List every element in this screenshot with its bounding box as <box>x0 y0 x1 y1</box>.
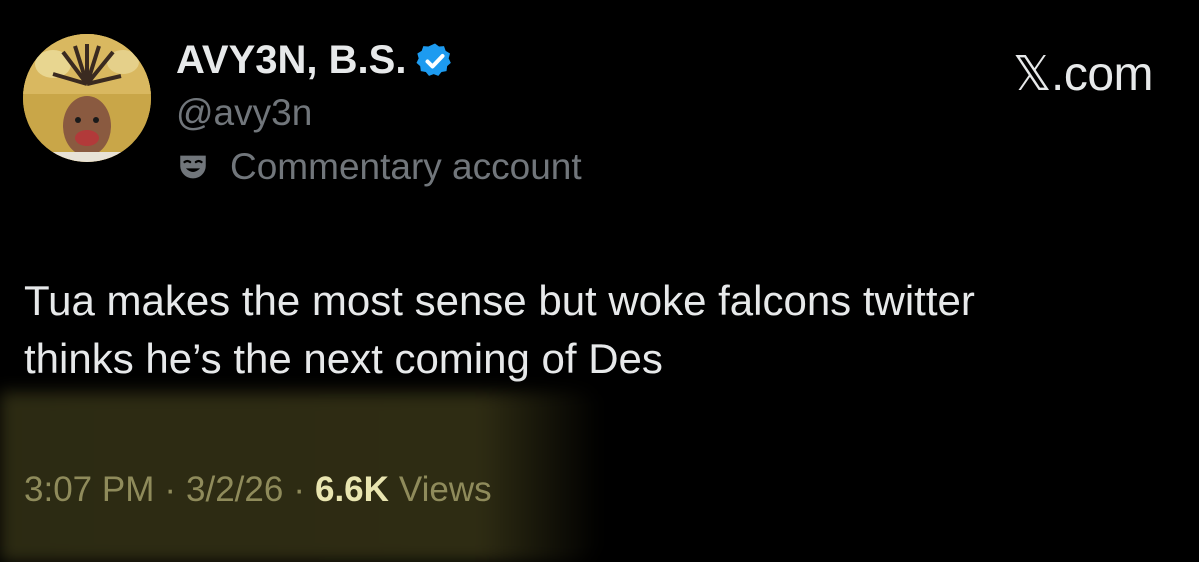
verified-badge-icon <box>415 41 455 81</box>
comedy-mask-icon <box>176 150 210 184</box>
avatar-image <box>23 34 151 162</box>
tweet-text-line: Tua makes the most sense but woke falcon… <box>24 277 975 324</box>
commentary-label: Commentary account <box>176 146 582 188</box>
tweet-text: Tua makes the most sense but woke falcon… <box>24 272 1174 388</box>
tweet-meta: 3:07 PM · 3/2/26 · 6.6K Views <box>24 470 492 510</box>
views-count[interactable]: 6.6K <box>315 470 389 510</box>
views-label: Views <box>398 470 492 509</box>
tweet-date[interactable]: 3/2/26 <box>186 470 283 510</box>
display-name-text[interactable]: AVY3N, B.S. <box>176 38 406 83</box>
separator-dot: · <box>164 470 177 509</box>
tweet-text-line: thinks he’s the next coming of Des <box>24 335 663 382</box>
display-name[interactable]: AVY3N, B.S. <box>176 38 455 83</box>
separator-dot: · <box>293 470 305 509</box>
user-handle[interactable]: @avy3n <box>176 92 312 134</box>
tweet-time[interactable]: 3:07 PM <box>24 470 154 510</box>
brand-logo: 𝕏.com <box>1012 48 1154 101</box>
commentary-label-text: Commentary account <box>230 146 582 187</box>
avatar[interactable] <box>23 34 151 162</box>
